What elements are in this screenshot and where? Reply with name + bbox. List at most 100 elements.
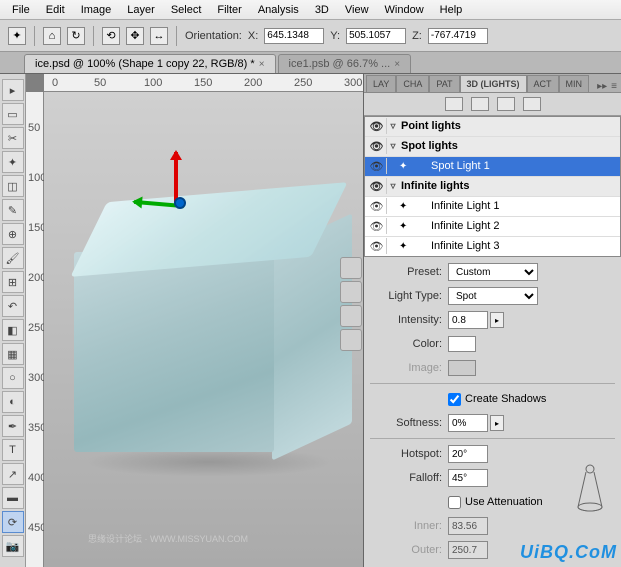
- visibility-icon[interactable]: 👁: [367, 198, 387, 214]
- doc-tab-inactive[interactable]: ice1.psb @ 66.7% ... ×: [278, 54, 412, 73]
- preset-select[interactable]: Custom: [448, 263, 538, 281]
- pan-icon[interactable]: ✥: [126, 27, 144, 45]
- path-tool-icon[interactable]: ↗: [2, 463, 24, 485]
- wand-tool-icon[interactable]: ✦: [2, 151, 24, 173]
- lasso-tool-icon[interactable]: ✂: [2, 127, 24, 149]
- blur-tool-icon[interactable]: ○: [2, 367, 24, 389]
- spotlight-icon: ✦: [399, 161, 413, 172]
- crop-tool-icon[interactable]: ◫: [2, 175, 24, 197]
- marquee-tool-icon[interactable]: ▭: [2, 103, 24, 125]
- tab-3d-lights[interactable]: 3D (LIGHTS): [460, 75, 527, 92]
- infinite-lights-group[interactable]: 👁▿Infinite lights: [365, 177, 620, 197]
- color-swatch[interactable]: [448, 336, 476, 352]
- tool-preset-icon[interactable]: ✦: [8, 27, 26, 45]
- color-label: Color:: [370, 338, 448, 350]
- new-light-icon[interactable]: [340, 257, 362, 279]
- falloff-input[interactable]: [448, 469, 488, 487]
- create-shadows-checkbox[interactable]: [448, 393, 461, 406]
- menu-view[interactable]: View: [337, 2, 377, 18]
- visibility-icon[interactable]: 👁: [367, 158, 387, 174]
- intensity-input[interactable]: [448, 311, 488, 329]
- inner-input: [448, 517, 488, 535]
- spot-lights-group[interactable]: 👁▿Spot lights: [365, 137, 620, 157]
- disclosure-icon[interactable]: ▿: [387, 121, 399, 132]
- use-attenuation-checkbox[interactable]: [448, 496, 461, 509]
- panel-arrows-icon[interactable]: ▸▸: [595, 81, 609, 92]
- panels: LAY CHA PAT 3D (LIGHTS) ACT MIN ▸▸ ≡ 👁▿P…: [363, 74, 621, 567]
- tab-min[interactable]: MIN: [559, 75, 590, 92]
- light-type-select[interactable]: Spot: [448, 287, 538, 305]
- x-label: X:: [248, 30, 258, 42]
- menu-select[interactable]: Select: [163, 2, 210, 18]
- mesh-filter-icon[interactable]: [471, 97, 489, 111]
- visibility-icon[interactable]: 👁: [367, 238, 387, 254]
- infinite-light-1[interactable]: 👁✦Infinite Light 1: [365, 197, 620, 217]
- toggle-guides-icon[interactable]: [340, 329, 362, 351]
- tab-layers[interactable]: LAY: [366, 75, 396, 92]
- x-input[interactable]: [264, 28, 324, 44]
- spot-light-1[interactable]: 👁✦Spot Light 1: [365, 157, 620, 177]
- canvas-area: 050100150200250300 501001502002503003504…: [26, 74, 363, 567]
- heal-tool-icon[interactable]: ⊕: [2, 223, 24, 245]
- shape-tool-icon[interactable]: ▬: [2, 487, 24, 509]
- menu-filter[interactable]: Filter: [209, 2, 249, 18]
- dodge-tool-icon[interactable]: ◐: [2, 391, 24, 413]
- close-icon[interactable]: ×: [259, 59, 265, 70]
- panel-menu-icon[interactable]: ≡: [609, 81, 619, 92]
- menu-file[interactable]: File: [4, 2, 38, 18]
- eyedropper-tool-icon[interactable]: ✎: [2, 199, 24, 221]
- move-tool-icon[interactable]: ▸: [2, 79, 24, 101]
- z-input[interactable]: [428, 28, 488, 44]
- slide-icon[interactable]: ↔: [150, 27, 168, 45]
- rotate-icon[interactable]: ⟲: [102, 27, 120, 45]
- menu-window[interactable]: Window: [377, 2, 432, 18]
- hotspot-input[interactable]: [448, 445, 488, 463]
- eraser-tool-icon[interactable]: ◧: [2, 319, 24, 341]
- visibility-icon[interactable]: 👁: [367, 118, 387, 134]
- visibility-icon[interactable]: 👁: [367, 178, 387, 194]
- 3d-camera-tool-icon[interactable]: 📷: [2, 535, 24, 557]
- menu-help[interactable]: Help: [432, 2, 471, 18]
- softness-stepper[interactable]: ▸: [490, 415, 504, 431]
- tab-channels[interactable]: CHA: [396, 75, 429, 92]
- tab-actions[interactable]: ACT: [527, 75, 559, 92]
- y-input[interactable]: [346, 28, 406, 44]
- scene-filter-icon[interactable]: [445, 97, 463, 111]
- light-type-label: Light Type:: [370, 290, 448, 302]
- light-filter-icon[interactable]: [523, 97, 541, 111]
- 3d-rotate-tool-icon[interactable]: ⟳: [2, 511, 24, 533]
- disclosure-icon[interactable]: ▿: [387, 181, 399, 192]
- point-lights-group[interactable]: 👁▿Point lights: [365, 117, 620, 137]
- gradient-tool-icon[interactable]: ▦: [2, 343, 24, 365]
- menu-3d[interactable]: 3D: [307, 2, 337, 18]
- type-tool-icon[interactable]: T: [2, 439, 24, 461]
- material-filter-icon[interactable]: [497, 97, 515, 111]
- orbit-icon[interactable]: ↻: [67, 27, 85, 45]
- brush-tool-icon[interactable]: 🖌: [2, 247, 24, 269]
- delete-light-icon[interactable]: [340, 281, 362, 303]
- infinite-light-3[interactable]: 👁✦Infinite Light 3: [365, 237, 620, 257]
- y-axis-icon[interactable]: [174, 152, 178, 202]
- canvas[interactable]: 思缘设计论坛 · WWW.MISSYUAN.COM: [44, 92, 363, 567]
- disclosure-icon[interactable]: ▿: [387, 141, 399, 152]
- visibility-icon[interactable]: 👁: [367, 138, 387, 154]
- 3d-axis-gizmo[interactable]: [134, 152, 214, 232]
- intensity-stepper[interactable]: ▸: [490, 312, 504, 328]
- infinite-light-2[interactable]: 👁✦Infinite Light 2: [365, 217, 620, 237]
- visibility-icon[interactable]: 👁: [367, 218, 387, 234]
- close-icon[interactable]: ×: [394, 59, 400, 70]
- return-home-icon[interactable]: ⌂: [43, 27, 61, 45]
- menu-image[interactable]: Image: [73, 2, 120, 18]
- history-brush-icon[interactable]: ↶: [2, 295, 24, 317]
- doc-tab-active[interactable]: ice.psd @ 100% (Shape 1 copy 22, RGB/8) …: [24, 54, 276, 73]
- 3d-ice-cube[interactable]: [74, 192, 354, 472]
- menu-analysis[interactable]: Analysis: [250, 2, 307, 18]
- stamp-tool-icon[interactable]: ⊞: [2, 271, 24, 293]
- z-axis-icon[interactable]: [174, 197, 186, 209]
- softness-input[interactable]: [448, 414, 488, 432]
- menu-layer[interactable]: Layer: [119, 2, 163, 18]
- menu-edit[interactable]: Edit: [38, 2, 73, 18]
- pen-tool-icon[interactable]: ✒: [2, 415, 24, 437]
- tab-paths[interactable]: PAT: [429, 75, 459, 92]
- toggle-lights-icon[interactable]: [340, 305, 362, 327]
